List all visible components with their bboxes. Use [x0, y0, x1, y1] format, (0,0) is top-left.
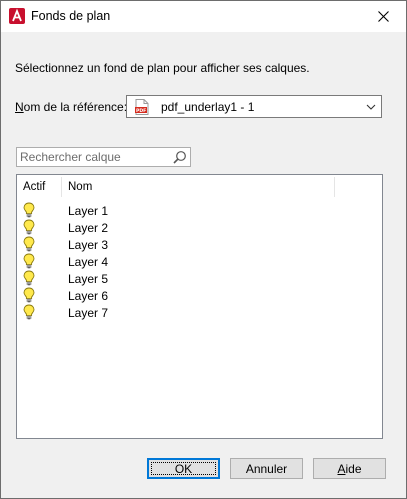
chevron-down-icon — [366, 104, 376, 110]
layer-name: Layer 2 — [68, 221, 109, 235]
table-row[interactable]: Layer 3 — [17, 236, 382, 253]
close-button[interactable] — [360, 1, 406, 32]
lightbulb-on-icon[interactable] — [23, 236, 35, 252]
reference-label-mnemonic: N — [15, 100, 24, 114]
lightbulb-on-icon[interactable] — [23, 287, 35, 303]
cancel-button[interactable]: Annuler — [230, 458, 303, 479]
autocad-icon — [9, 8, 25, 24]
layer-name: Layer 4 — [68, 255, 109, 269]
reference-label-text: om de la référence: — [23, 100, 128, 114]
table-row[interactable]: Layer 2 — [17, 219, 382, 236]
svg-text:PDF: PDF — [136, 108, 146, 114]
table-row[interactable]: Layer 4 — [17, 253, 382, 270]
search-layer-input[interactable] — [19, 149, 169, 165]
table-row[interactable]: Layer 6 — [17, 287, 382, 304]
column-divider[interactable] — [334, 177, 335, 197]
column-header-name[interactable]: Nom — [68, 181, 92, 193]
lightbulb-on-icon[interactable] — [23, 202, 35, 218]
layer-name: Layer 3 — [68, 238, 109, 252]
layer-name: Layer 7 — [68, 306, 109, 320]
reference-label: Nom de la référence: — [15, 100, 127, 114]
lightbulb-on-icon[interactable] — [23, 304, 35, 320]
column-divider[interactable] — [61, 177, 62, 197]
instruction-text: Sélectionnez un fond de plan pour affich… — [15, 61, 310, 75]
search-icon[interactable] — [173, 150, 187, 164]
lightbulb-on-icon[interactable] — [23, 219, 35, 235]
list-header: Actif Nom — [17, 175, 382, 199]
column-header-active[interactable]: Actif — [23, 181, 45, 193]
table-row[interactable]: Layer 7 — [17, 304, 382, 321]
layer-name: Layer 1 — [68, 204, 109, 218]
reference-selected-value: pdf_underlay1 - 1 — [161, 100, 255, 114]
pdf-file-icon: PDF — [135, 99, 149, 115]
help-button[interactable]: Aide — [313, 458, 386, 479]
title-bar: Fonds de plan — [1, 1, 406, 32]
layers-dialog: Fonds de plan Sélectionnez un fond de pl… — [0, 0, 407, 499]
ok-button[interactable]: OK — [147, 458, 220, 479]
reference-dropdown[interactable]: PDF pdf_underlay1 - 1 — [126, 95, 382, 118]
layer-name: Layer 6 — [68, 289, 109, 303]
table-row[interactable]: Layer 1 — [17, 202, 382, 219]
window-title: Fonds de plan — [31, 9, 111, 23]
lightbulb-on-icon[interactable] — [23, 270, 35, 286]
help-button-label: Aide — [337, 461, 362, 476]
lightbulb-on-icon[interactable] — [23, 253, 35, 269]
search-layer-box — [16, 147, 191, 167]
table-row[interactable]: Layer 5 — [17, 270, 382, 287]
focus-rectangle — [151, 462, 216, 475]
cancel-button-label: Annuler — [245, 461, 288, 476]
layer-name: Layer 5 — [68, 272, 109, 286]
close-icon — [377, 11, 389, 22]
layer-list[interactable]: Actif Nom Layer 1 Layer 2 Layer 3 Layer … — [16, 174, 383, 439]
